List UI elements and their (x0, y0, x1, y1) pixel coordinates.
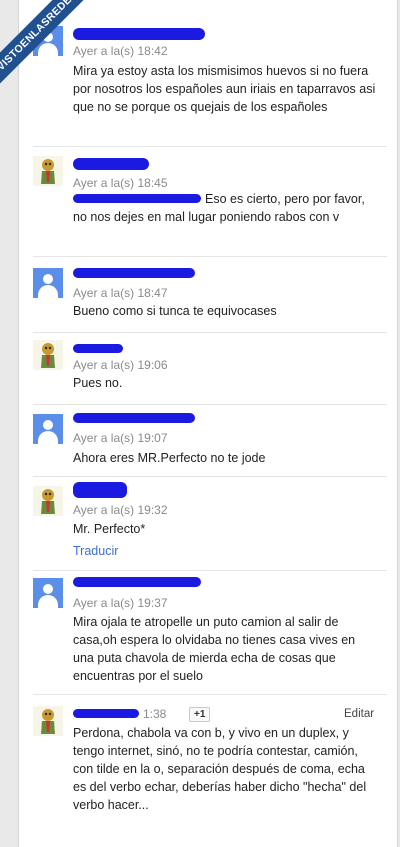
redacted-name (73, 268, 195, 278)
redacted-name (73, 482, 127, 498)
character-avatar-icon[interactable] (33, 340, 63, 370)
comment-text: Ahora eres MR.Perfecto no te jode (73, 451, 266, 465)
divider (33, 404, 387, 405)
comment-text: Mira ojala te atropelle un puto camion a… (73, 615, 356, 683)
redacted-name (73, 344, 123, 353)
redacted-name (73, 158, 149, 170)
comment-text: Bueno como si tunca te equivocases (73, 304, 277, 318)
character-avatar-icon[interactable] (33, 156, 63, 186)
comment-time[interactable]: Ayer a la(s) 19:07 (73, 431, 168, 445)
comments-panel: Ayer a la(s) 18:42 Mira ya estoy asta lo… (18, 0, 398, 847)
comment-time[interactable]: Ayer a la(s) 19:32 (73, 503, 168, 517)
comment-time[interactable]: Ayer a la(s) 19:37 (73, 596, 168, 610)
comment-time[interactable]: Ayer a la(s) 18:45 (73, 176, 168, 190)
default-avatar-icon[interactable] (33, 414, 63, 444)
plus-one-button[interactable]: +1 (189, 707, 211, 722)
comment-text: Eso es cierto, pero por favor, no nos de… (73, 192, 365, 224)
divider (33, 476, 387, 477)
comment-text: Mira ya estoy asta los mismisimos huevos… (73, 64, 376, 114)
divider (33, 570, 387, 571)
divider (33, 694, 387, 695)
character-avatar-icon[interactable] (33, 486, 63, 516)
divider (33, 146, 387, 147)
character-avatar-icon[interactable] (33, 706, 63, 736)
watermark-label: VISTOENLASREDES (0, 0, 94, 92)
default-avatar-icon[interactable] (33, 268, 63, 298)
default-avatar-icon[interactable] (33, 578, 63, 608)
divider (33, 256, 387, 257)
redacted-name (73, 413, 195, 423)
redacted-name (73, 577, 201, 587)
comment-time[interactable]: 1:38 (143, 707, 166, 721)
translate-link[interactable]: Traducir (73, 544, 118, 558)
edit-link[interactable]: Editar (344, 708, 374, 720)
comment-text: Mr. Perfecto* (73, 522, 146, 536)
redacted-name (73, 709, 139, 718)
comment-time[interactable]: Ayer a la(s) 18:47 (73, 286, 168, 300)
comment-text: Perdona, chabola va con b, y vivo en un … (73, 726, 367, 812)
divider (33, 332, 387, 333)
comment-time[interactable]: Ayer a la(s) 19:06 (73, 358, 168, 372)
comment-text: Pues no. (73, 376, 123, 390)
watermark: VISTOENLASREDES (0, 0, 94, 94)
